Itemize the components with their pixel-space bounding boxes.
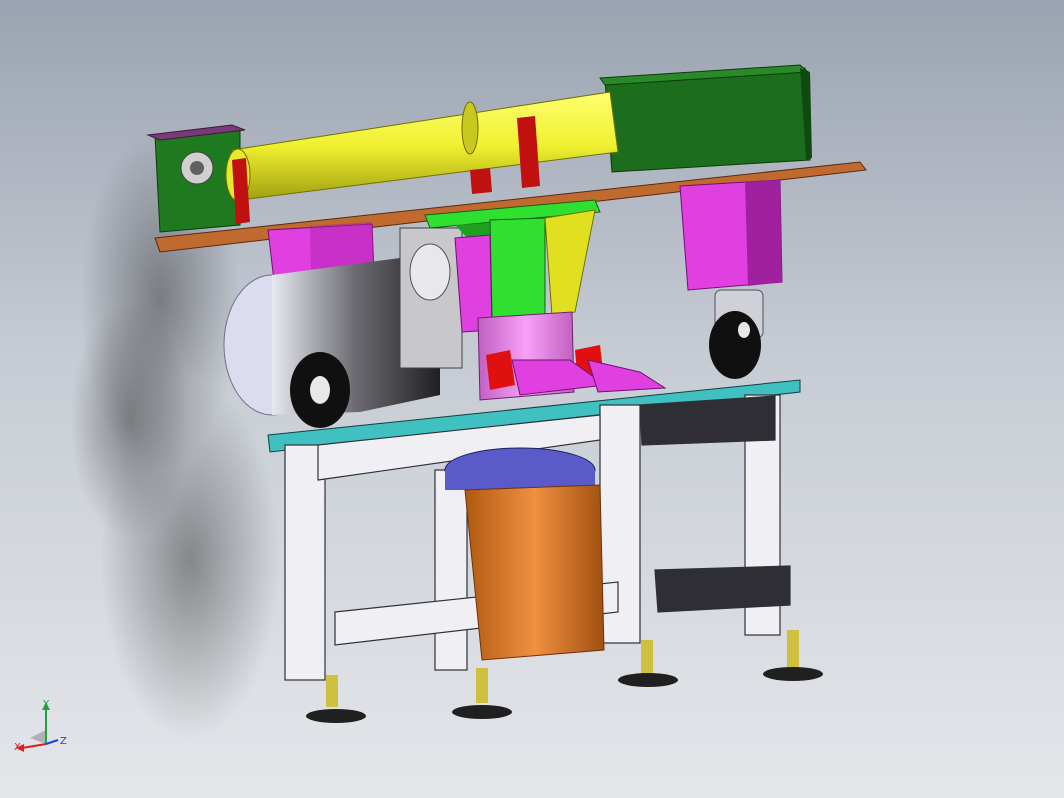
cad-viewport[interactable]: Y X Z [0,0,1064,798]
y-axis-label: Y [42,700,50,710]
pink-housing[interactable] [477,311,667,401]
coordinate-triad: Y X Z [12,699,72,760]
right-caster-block[interactable] [679,179,783,379]
z-axis-label: Z [60,736,67,747]
x-axis-label: X [14,742,21,753]
right-gearbox[interactable] [599,64,812,173]
x-axis-icon [21,743,47,749]
cad-model-view[interactable] [0,0,1064,798]
yellow-cylinder[interactable] [225,91,619,202]
left-wheel[interactable] [290,352,350,428]
triad-base-icon [30,730,46,744]
z-axis-icon [45,739,59,745]
